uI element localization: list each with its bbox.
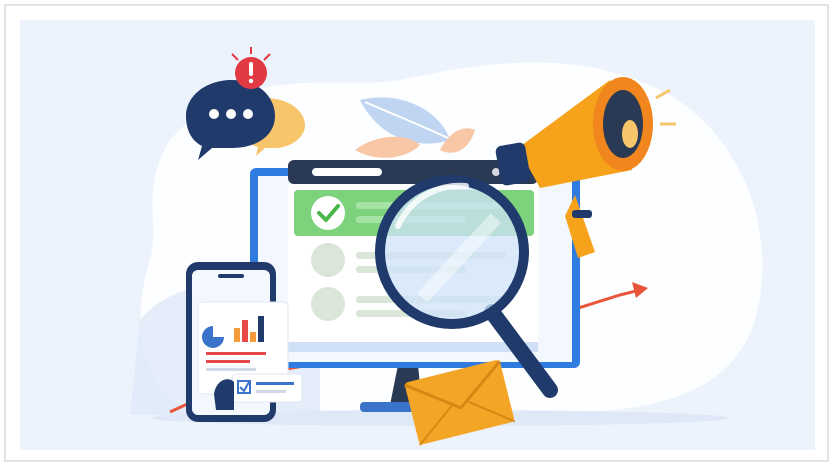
illustration-canvas xyxy=(20,20,815,450)
seo-illustration xyxy=(130,47,763,446)
image-frame xyxy=(4,4,829,462)
